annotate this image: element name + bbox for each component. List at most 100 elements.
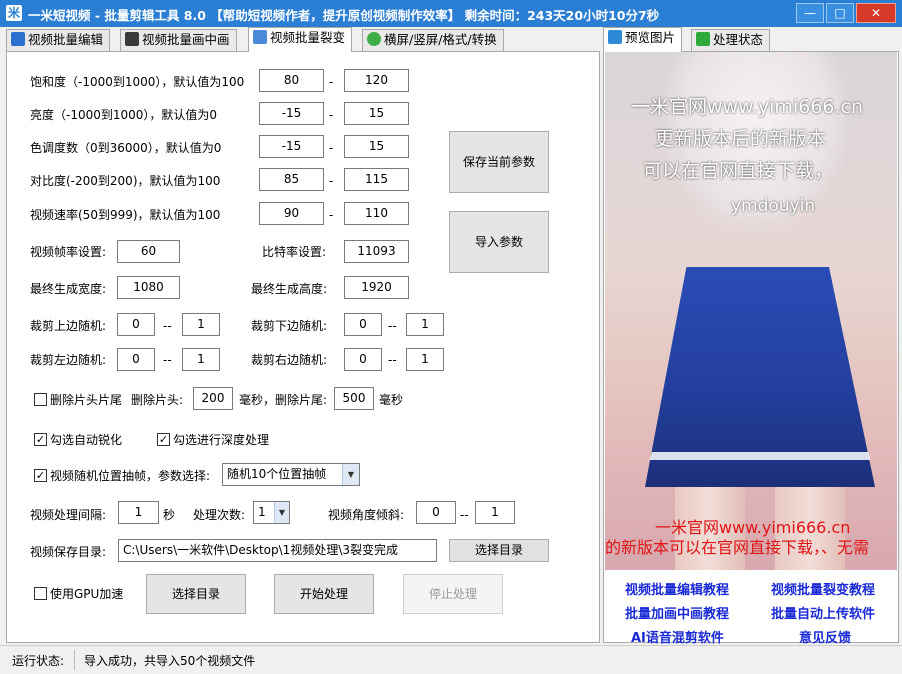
chevron-down-icon[interactable]: ▼	[274, 502, 289, 523]
link-ai-voice-mix[interactable]: AI语音混剪软件	[631, 627, 724, 646]
close-button[interactable]: ✕	[856, 3, 896, 23]
tab-video-batch-pip[interactable]: 视频批量画中画	[120, 29, 237, 51]
brightness-label: 亮度（-1000到1000），默认值为0	[30, 108, 218, 122]
watermark-line: 一米官网www.yimi666.cn	[631, 96, 864, 118]
range-sep: --	[460, 508, 469, 522]
crop-right-label: 裁剪右边随机:	[251, 353, 328, 367]
main-tabstrip: 视频批量编辑 视频批量画中画 视频批量裂变 横屏/竖屏/格式/转换	[6, 27, 600, 52]
contrast-max-input[interactable]: 115	[344, 168, 409, 191]
height-input[interactable]: 1920	[344, 276, 409, 299]
speed-min-input[interactable]: 90	[259, 202, 324, 225]
watermark-line: 可以在官网直接下载，	[643, 160, 834, 182]
trim-tail-input[interactable]: 500	[334, 387, 374, 410]
red-watermark-line: 的新版本可以在官网直接下载，、无需	[605, 538, 870, 557]
crop-bottom-min-input[interactable]: 0	[344, 313, 382, 336]
tilt-label: 视频角度倾斜:	[328, 508, 405, 522]
crop-right-max-input[interactable]: 1	[406, 348, 444, 371]
split-settings-panel: 饱和度（-1000到1000），默认值为100 80 - 120 亮度（-100…	[6, 51, 600, 643]
import-params-button[interactable]: 导入参数	[449, 211, 549, 273]
preview-panel: 一米官网www.yimi666.cn 更新版本后的新版本 可以在官网直接下载， …	[603, 51, 899, 646]
speed-max-input[interactable]: 110	[344, 202, 409, 225]
interval-label: 视频处理间隔:	[30, 508, 107, 522]
status-icon	[696, 32, 710, 46]
random-frame-checkbox[interactable]: ✓	[34, 469, 47, 482]
range-dash: -	[329, 141, 334, 155]
tab-process-status[interactable]: 处理状态	[691, 29, 771, 51]
hue-max-input[interactable]: 15	[344, 135, 409, 158]
crop-left-max-input[interactable]: 1	[182, 348, 220, 371]
image-icon	[608, 30, 622, 44]
random-frame-select[interactable]: 随机10个位置抽帧 ▼	[222, 463, 360, 486]
crop-bottom-max-input[interactable]: 1	[406, 313, 444, 336]
range-sep: --	[388, 319, 397, 333]
range-sep: --	[388, 353, 397, 367]
link-auto-upload[interactable]: 批量自动上传软件	[771, 603, 875, 622]
link-pip-tutorial[interactable]: 批量加画中画教程	[625, 603, 729, 622]
saturation-min-input[interactable]: 80	[259, 69, 324, 92]
convert-icon	[367, 32, 381, 46]
trim-head-input[interactable]: 200	[193, 387, 233, 410]
sharpen-label: 勾选自动锐化	[50, 433, 123, 447]
chevron-down-icon[interactable]: ▼	[342, 464, 359, 485]
title-bar: 米 一米短视频 - 批量剪辑工具 8.0 【帮助短视频作者，提升原创视频制作效率…	[0, 0, 902, 27]
link-feedback[interactable]: 意见反馈	[799, 627, 851, 646]
range-sep: --	[163, 353, 172, 367]
select-output-dir-button[interactable]: 选择目录	[146, 574, 246, 614]
tab-video-batch-split[interactable]: 视频批量裂变	[248, 27, 353, 52]
interval-unit-label: 秒	[163, 508, 176, 522]
brightness-min-input[interactable]: -15	[259, 102, 324, 125]
preview-tabstrip: 预览图片 处理状态	[603, 27, 899, 52]
saturation-max-input[interactable]: 120	[344, 69, 409, 92]
brightness-max-input[interactable]: 15	[344, 102, 409, 125]
pip-icon	[125, 32, 139, 46]
save-params-button[interactable]: 保存当前参数	[449, 131, 549, 193]
crop-top-max-input[interactable]: 1	[182, 313, 220, 336]
speed-label: 视频速率(50到999)，默认值为100	[30, 208, 221, 222]
range-sep: --	[163, 319, 172, 333]
hue-label: 色调度数（0到36000），默认值为0	[30, 141, 222, 155]
width-input[interactable]: 1080	[117, 276, 180, 299]
fps-label: 视频帧率设置:	[30, 245, 107, 259]
start-process-button[interactable]: 开始处理	[274, 574, 374, 614]
crop-left-label: 裁剪左边随机:	[30, 353, 107, 367]
tab-convert[interactable]: 横屏/竖屏/格式/转换	[362, 29, 504, 51]
bitrate-input[interactable]: 11093	[344, 240, 409, 263]
deep-process-checkbox[interactable]: ✓	[157, 433, 170, 446]
link-batch-edit-tutorial[interactable]: 视频批量编辑教程	[625, 579, 729, 598]
tab-preview-image[interactable]: 预览图片	[603, 27, 683, 52]
tab-video-batch-edit[interactable]: 视频批量编辑	[6, 29, 111, 51]
crop-right-min-input[interactable]: 0	[344, 348, 382, 371]
minimize-button[interactable]: —	[796, 3, 824, 23]
select-dir-button[interactable]: 选择目录	[449, 539, 549, 562]
trim-tail-label: 毫秒，删除片尾:	[239, 393, 328, 407]
height-label: 最终生成高度:	[251, 282, 328, 296]
edit-icon	[11, 32, 25, 46]
range-dash: -	[329, 108, 334, 122]
trim-label: 删除片头片尾	[50, 393, 123, 407]
save-dir-input[interactable]: C:\Users\一米软件\Desktop\1视频处理\3裂变完成	[118, 539, 437, 562]
tutorial-links: 视频批量编辑教程 视频批量裂变教程 批量加画中画教程 批量自动上传软件 AI语音…	[605, 573, 897, 646]
trim-head-label: 删除片头:	[131, 393, 184, 407]
interval-input[interactable]: 1	[118, 501, 159, 524]
times-select[interactable]: 1 ▼	[253, 501, 290, 524]
tilt-min-input[interactable]: 0	[416, 501, 456, 524]
fps-input[interactable]: 60	[117, 240, 180, 263]
watermark-line: ymdouyin	[731, 196, 816, 216]
save-dir-label: 视频保存目录:	[30, 545, 107, 559]
random-frame-label: 视频随机位置抽帧，参数选择:	[50, 469, 211, 483]
crop-top-min-input[interactable]: 0	[117, 313, 155, 336]
gpu-checkbox[interactable]	[34, 587, 47, 600]
crop-left-min-input[interactable]: 0	[117, 348, 155, 371]
trim-checkbox[interactable]	[34, 393, 47, 406]
contrast-min-input[interactable]: 85	[259, 168, 324, 191]
stop-process-button[interactable]: 停止处理	[403, 574, 503, 614]
tilt-max-input[interactable]: 1	[475, 501, 515, 524]
sharpen-checkbox[interactable]: ✓	[34, 433, 47, 446]
bitrate-label: 比特率设置:	[262, 245, 327, 259]
link-batch-split-tutorial[interactable]: 视频批量裂变教程	[771, 579, 875, 598]
crop-bottom-label: 裁剪下边随机:	[251, 319, 328, 333]
times-selected: 1	[258, 505, 266, 519]
contrast-label: 对比度(-200到200)，默认值为100	[30, 174, 221, 188]
maximize-button[interactable]: □	[826, 3, 854, 23]
hue-min-input[interactable]: -15	[259, 135, 324, 158]
